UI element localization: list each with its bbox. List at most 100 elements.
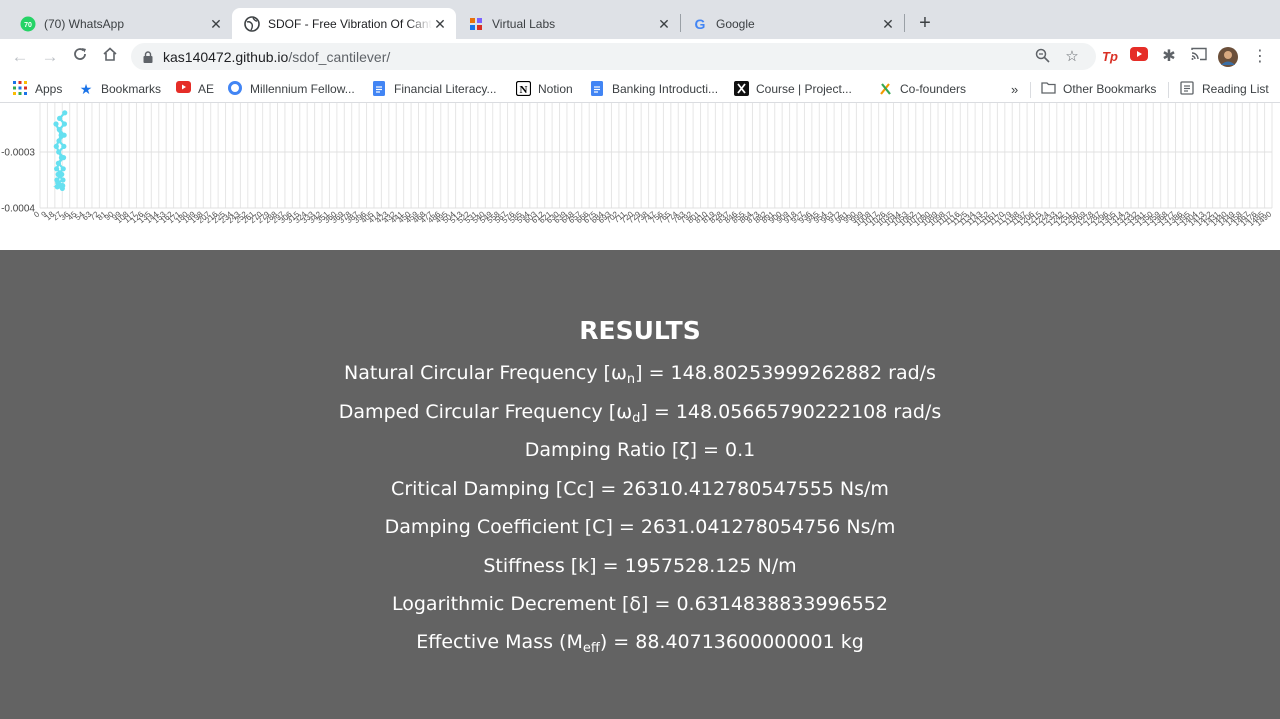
zoom-icon[interactable]	[1033, 48, 1051, 66]
result-text: ] = 148.80253999262882 rad/s	[635, 362, 936, 384]
series-point	[61, 143, 67, 149]
series-point	[55, 180, 61, 186]
series-point	[56, 149, 62, 155]
tab-divider	[904, 14, 905, 32]
result-subscript: n	[626, 372, 636, 387]
natural-frequency-result: Natural Circular Frequency [ωn] = 148.80…	[0, 362, 1280, 387]
reload-icon	[74, 48, 86, 60]
bookmark-course-project[interactable]: Course | Project...	[733, 79, 852, 99]
bookmark-bookmarks[interactable]: ★ Bookmarks	[78, 79, 161, 99]
damping-coefficient-result: Damping Coefficient [C] = 2631.041278054…	[384, 516, 896, 538]
svg-text:G: G	[695, 16, 706, 32]
tp-extension-icon[interactable]: Tp	[1100, 47, 1120, 67]
close-tab-icon[interactable]: ✕	[656, 16, 672, 32]
bookmark-label: Apps	[35, 82, 63, 96]
cofounders-icon	[877, 81, 893, 97]
docs-icon	[589, 81, 605, 97]
tab-whatsapp[interactable]: 70 (70) WhatsApp ✕	[8, 8, 232, 39]
series-point	[60, 155, 67, 161]
close-tab-icon[interactable]: ✕	[432, 16, 448, 32]
chrome-ring-icon	[227, 81, 243, 97]
reload-button[interactable]	[69, 46, 91, 68]
result-text: Effective Mass (M	[416, 631, 583, 653]
displacement-chart: -0.0003 -0.0004 0 9 18 27 36 45 54 63 72 81 90 99 108 1…	[0, 103, 1280, 250]
log-decrement-result: Logarithmic Decrement [δ] = 0.6314838833…	[391, 593, 888, 615]
lock-icon	[143, 50, 153, 63]
bookmark-label: Other Bookmarks	[1063, 82, 1157, 96]
stiffness-result: Stiffness [k] = 1957528.125 N/m	[483, 555, 797, 577]
results-heading: RESULTS	[579, 316, 701, 345]
series-point	[53, 121, 59, 127]
y-tick-label: -0.0004	[1, 204, 35, 215]
tab-title: Google	[716, 16, 755, 31]
tab-title: SDOF - Free Vibration Of Cantilever	[268, 16, 432, 31]
profile-avatar[interactable]	[1218, 47, 1238, 67]
tab-title: Virtual Labs	[492, 16, 556, 31]
tab-sdof-active[interactable]: SDOF - Free Vibration Of Cantilever ✕	[232, 8, 456, 39]
bookmark-apps[interactable]: Apps	[12, 79, 62, 99]
browser-menu-icon[interactable]: ⋮	[1250, 47, 1270, 67]
series-point	[55, 160, 62, 166]
critical-damping-result: Critical Damping [Cc] = 26310.4127805475…	[391, 478, 889, 500]
series-point	[53, 143, 59, 149]
chart-canvas: -0.0003-0.000409182736455463728190991081…	[1, 103, 1274, 228]
browser-toolbar: ← → kas140472.github.io/sdof_cantilever/…	[0, 39, 1280, 74]
svg-text:N: N	[519, 84, 527, 96]
bookmarks-bar: Apps ★ Bookmarks AE Millennium Fellow...…	[0, 74, 1280, 103]
virtual-labs-icon	[468, 16, 484, 32]
tab-virtual-labs[interactable]: Virtual Labs ✕	[456, 8, 680, 39]
notion-icon: N	[515, 80, 531, 97]
bookmark-millennium[interactable]: Millennium Fellow...	[227, 79, 355, 99]
series-point	[56, 138, 62, 144]
bookmark-cofounders[interactable]: Co-founders	[877, 79, 966, 99]
bookmark-ae[interactable]: AE	[175, 79, 214, 99]
y-tick-label: -0.0003	[1, 148, 35, 159]
home-icon	[103, 47, 117, 61]
series-point	[60, 177, 66, 183]
series-point	[57, 115, 63, 121]
star-icon: ★	[79, 81, 93, 97]
effective-mass-result: Effective Mass (Meff) = 88.4071360000000…	[0, 631, 1280, 656]
bookmark-star-icon[interactable]: ☆	[1063, 48, 1081, 66]
damping-ratio-result: Damping Ratio [ζ] = 0.1	[524, 439, 756, 461]
bookmark-banking[interactable]: Banking Introducti...	[589, 79, 718, 99]
results-panel: RESULTS Natural Circular Frequency [ωn] …	[0, 250, 1280, 719]
whatsapp-icon: 70	[20, 16, 36, 32]
youtube-extension-icon[interactable]	[1129, 47, 1149, 67]
series-point	[62, 110, 68, 116]
apps-grid-icon	[12, 81, 28, 97]
url-host: kas140472.github.io	[163, 48, 289, 65]
url-text: kas140472.github.io/sdof_cantilever/	[163, 49, 390, 65]
bookmark-other-bookmarks[interactable]: Other Bookmarks	[1040, 79, 1156, 99]
bookmark-label: Bookmarks	[101, 82, 162, 96]
new-tab-button[interactable]: +	[913, 12, 937, 36]
address-bar[interactable]: kas140472.github.io/sdof_cantilever/ ☆	[131, 43, 1096, 70]
tab-google[interactable]: G Google ✕	[680, 8, 904, 39]
bookmark-notion[interactable]: N Notion	[515, 79, 573, 99]
damped-frequency-result: Damped Circular Frequency [ωd] = 148.056…	[0, 401, 1280, 425]
result-subscript: eff	[582, 641, 600, 656]
series-point	[60, 166, 66, 172]
bookmark-financial-literacy[interactable]: Financial Literacy...	[371, 79, 497, 99]
result-text: Natural Circular Frequency [ω	[344, 362, 627, 384]
home-button[interactable]	[99, 46, 121, 68]
bookmarks-overflow-button[interactable]: »	[1011, 79, 1018, 99]
forward-button[interactable]: →	[39, 46, 61, 68]
bookmarks-divider	[1030, 82, 1031, 98]
bookmark-label: Notion	[538, 82, 573, 96]
globe-icon	[244, 15, 260, 32]
back-button[interactable]: ←	[9, 46, 31, 68]
puzzle-extensions-icon[interactable]: ✱	[1159, 47, 1179, 67]
close-tab-icon[interactable]: ✕	[880, 16, 896, 32]
close-tab-icon[interactable]: ✕	[208, 16, 224, 32]
youtube-icon	[175, 81, 191, 97]
folder-icon	[1040, 81, 1056, 97]
bookmark-label: AE	[198, 82, 215, 96]
cast-icon[interactable]	[1189, 47, 1209, 67]
reading-list-button[interactable]: Reading List	[1179, 79, 1269, 99]
url-path: /sdof_cantilever/	[288, 48, 391, 65]
series-point	[55, 171, 61, 177]
bookmark-label: Reading List	[1202, 82, 1269, 96]
result-text: ) = 88.40713600000001 kg	[599, 631, 864, 653]
series-point	[54, 166, 60, 172]
